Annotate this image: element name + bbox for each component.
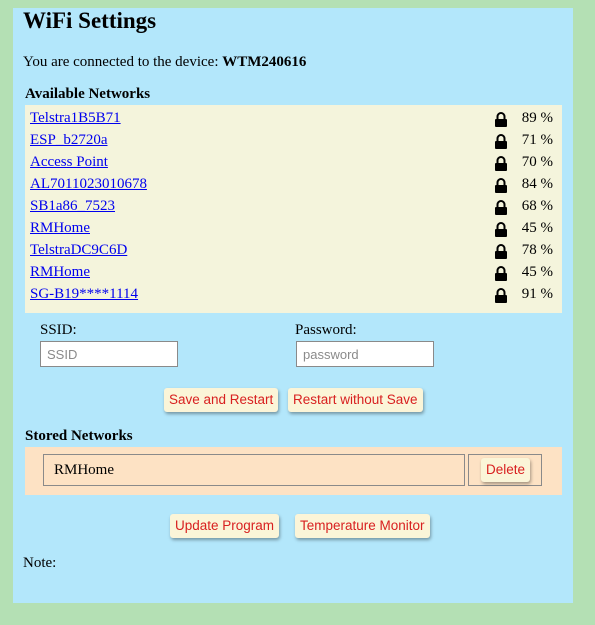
network-row: TelstraDC9C6D 78 % (30, 240, 557, 262)
network-row: RMHome 45 % (30, 262, 557, 284)
signal-strength: 78 % (521, 242, 553, 258)
network-row: AL7011023010678 84 % (30, 174, 557, 196)
delete-button[interactable]: Delete (481, 458, 531, 482)
network-link[interactable]: TelstraDC9C6D (30, 242, 127, 259)
device-name: WTM240616 (222, 54, 307, 70)
lock-icon (495, 200, 507, 215)
settings-panel: WiFi Settings You are connected to the d… (13, 8, 573, 603)
network-link[interactable]: RMHome (30, 220, 90, 237)
ssid-input[interactable] (40, 341, 178, 367)
network-link[interactable]: Telstra1B5B71 (30, 110, 121, 127)
network-link[interactable]: RMHome (30, 264, 90, 281)
network-row: RMHome 45 % (30, 218, 557, 240)
network-row: SG-B19****1114 91 % (30, 284, 557, 306)
password-input[interactable] (296, 341, 434, 367)
lock-icon (495, 134, 507, 149)
note-label: Note: (23, 555, 57, 571)
network-link[interactable]: SB1a86_7523 (30, 198, 115, 215)
signal-strength: 84 % (521, 176, 553, 192)
page-title: WiFi Settings (23, 8, 157, 33)
signal-strength: 71 % (521, 132, 553, 148)
connection-status: You are connected to the device: WTM2406… (23, 54, 306, 71)
lock-icon (495, 112, 507, 127)
network-row: ESP_b2720a 71 % (30, 130, 557, 152)
lock-icon (495, 288, 507, 303)
network-row: Telstra1B5B71 89 % (30, 108, 557, 130)
signal-strength: 91 % (521, 286, 553, 302)
lock-icon (495, 222, 507, 237)
temperature-monitor-button[interactable]: Temperature Monitor (295, 514, 430, 538)
network-row: Access Point 70 % (30, 152, 557, 174)
signal-strength: 70 % (521, 154, 553, 170)
network-link[interactable]: AL7011023010678 (30, 176, 147, 193)
signal-strength: 89 % (521, 110, 553, 126)
stored-network-name: RMHome (43, 454, 465, 486)
network-link[interactable]: ESP_b2720a (30, 132, 108, 149)
update-program-button[interactable]: Update Program (170, 514, 280, 538)
lock-icon (495, 244, 507, 259)
save-and-restart-button[interactable]: Save and Restart (164, 388, 279, 412)
stored-networks-list: RMHome Delete (25, 447, 562, 495)
signal-strength: 68 % (521, 198, 553, 214)
password-label: Password: (295, 322, 357, 338)
stored-network-actions: Delete (468, 454, 542, 486)
signal-strength: 45 % (521, 264, 553, 280)
lock-icon (495, 178, 507, 193)
lock-icon (495, 266, 507, 281)
lock-icon (495, 156, 507, 171)
signal-strength: 45 % (521, 220, 553, 236)
network-link[interactable]: SG-B19****1114 (30, 286, 138, 303)
restart-without-save-button[interactable]: Restart without Save (288, 388, 423, 412)
ssid-label: SSID: (40, 322, 77, 338)
network-link[interactable]: Access Point (30, 154, 108, 171)
available-networks-heading: Available Networks (25, 86, 151, 102)
connection-status-prefix: You are connected to the device: (23, 54, 219, 70)
network-row: SB1a86_7523 68 % (30, 196, 557, 218)
available-networks-list: Telstra1B5B71 89 % ESP_b2720a 71 % Acces… (25, 105, 562, 313)
stored-networks-heading: Stored Networks (25, 428, 133, 444)
